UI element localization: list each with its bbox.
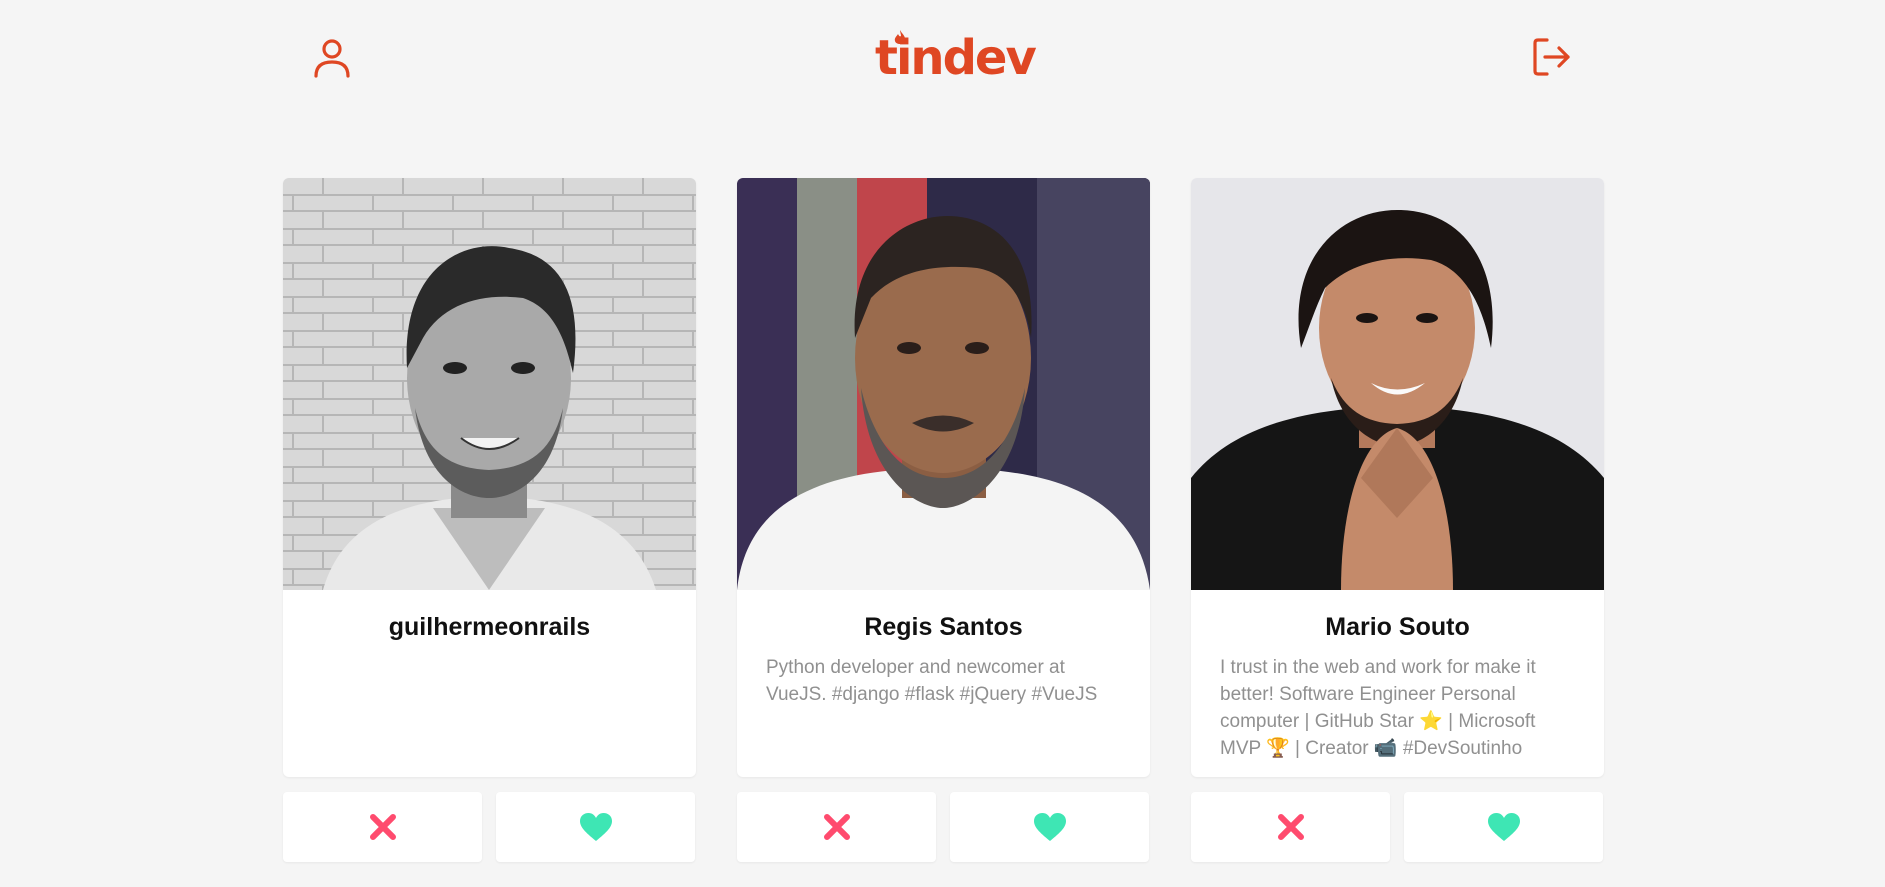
- dislike-button[interactable]: [1191, 792, 1390, 862]
- flame-icon: [894, 30, 906, 44]
- dislike-button[interactable]: [737, 792, 936, 862]
- developer-card-column: Mario Souto I trust in the web and work …: [1191, 178, 1604, 862]
- heart-icon: [1033, 813, 1066, 841]
- logout-button[interactable]: [1530, 35, 1574, 79]
- developer-avatar: [1191, 178, 1604, 590]
- developer-name: guilhermeonrails: [388, 613, 591, 641]
- app-logo[interactable]: tindev: [875, 30, 1037, 86]
- developer-name: Mario Souto: [1325, 613, 1470, 641]
- like-button[interactable]: [1404, 792, 1603, 862]
- heart-icon: [579, 813, 612, 841]
- developer-name: Regis Santos: [864, 613, 1023, 641]
- developer-avatar: [283, 178, 696, 590]
- card-actions: [283, 792, 696, 862]
- close-icon: [823, 814, 850, 840]
- app-header: tindev: [0, 0, 1885, 120]
- developer-list: guilhermeonrails Regis Santos Python dev…: [283, 178, 1604, 862]
- heart-icon: [1487, 813, 1520, 841]
- like-button[interactable]: [496, 792, 695, 862]
- like-button[interactable]: [950, 792, 1149, 862]
- developer-bio: Python developer and newcomer at VueJS. …: [766, 657, 1098, 705]
- developer-card-column: Regis Santos Python developer and newcom…: [737, 178, 1150, 862]
- developer-bio: I trust in the web and work for make it …: [1220, 657, 1536, 759]
- developer-card: Mario Souto I trust in the web and work …: [1191, 178, 1604, 777]
- user-icon: [314, 39, 350, 78]
- card-actions: [1191, 792, 1604, 862]
- developer-card-column: guilhermeonrails: [283, 178, 696, 862]
- close-icon: [369, 814, 396, 840]
- developer-avatar: [737, 178, 1150, 590]
- close-icon: [1277, 814, 1304, 840]
- card-actions: [737, 792, 1150, 862]
- developer-card: Regis Santos Python developer and newcom…: [737, 178, 1150, 777]
- developer-card: guilhermeonrails: [283, 178, 696, 777]
- dislike-button[interactable]: [283, 792, 482, 862]
- logout-icon: [1533, 38, 1570, 76]
- profile-button[interactable]: [310, 35, 354, 79]
